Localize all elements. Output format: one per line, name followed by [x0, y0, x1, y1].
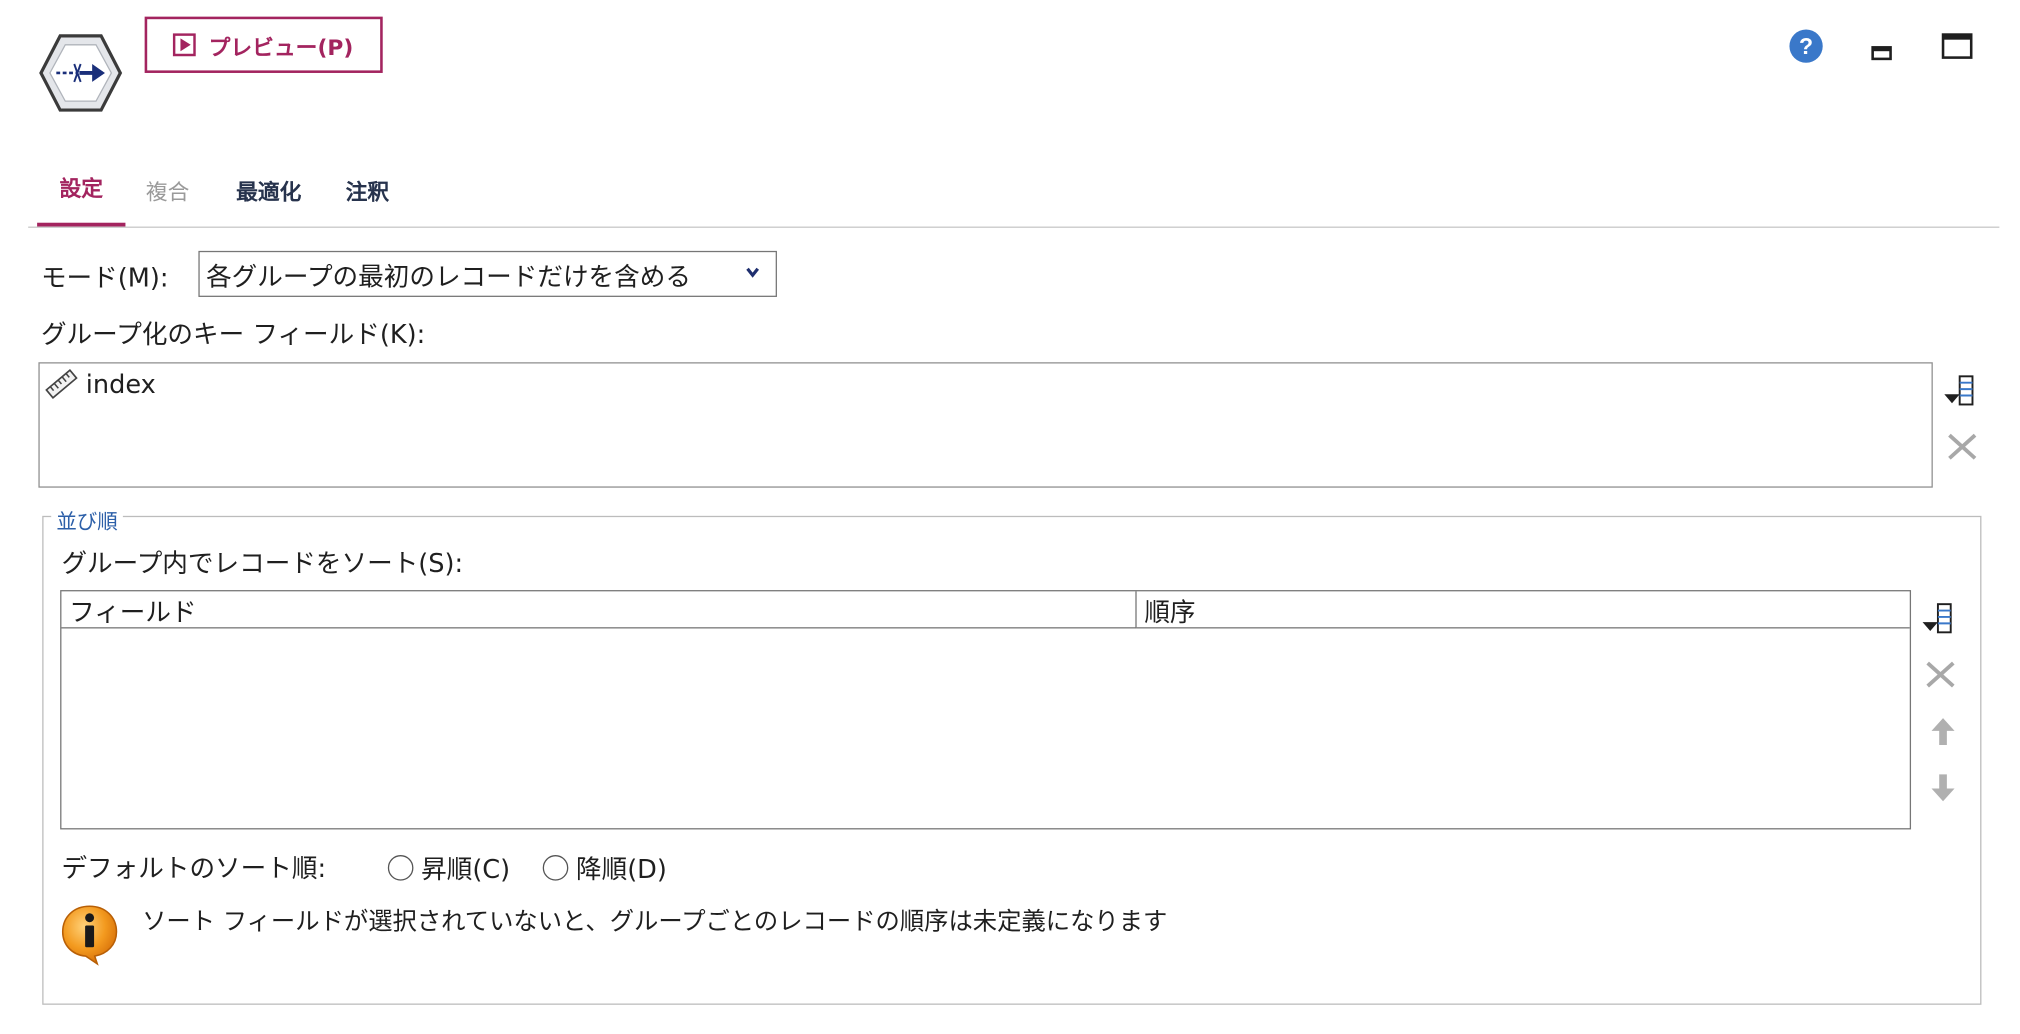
radio-circle[interactable] [387, 854, 414, 880]
default-sort-label: デフォルトのソート順: [61, 852, 327, 884]
tab-optimize[interactable]: 最適化 [218, 166, 320, 226]
tab-composite-label: 複合 [145, 180, 190, 207]
help-icon[interactable]: ? [1788, 28, 1824, 64]
info-message: ソート フィールドが選択されていないと、グループごとのレコードの順序は未定義にな… [142, 907, 1168, 936]
descending-label: 降順(D) [576, 853, 667, 885]
move-up-icon [1931, 718, 1955, 745]
key-fields-label: グループ化のキー フィールド(K): [40, 318, 426, 350]
descending-radio[interactable]: 降順(D) [542, 849, 667, 886]
pick-field-icon[interactable] [1942, 371, 1980, 409]
play-icon [172, 33, 196, 57]
mode-label: モード(M): [40, 262, 169, 294]
delete-icon [1948, 433, 1977, 460]
tab-divider [28, 226, 2000, 228]
info-icon [61, 905, 118, 966]
key-field-name: index [85, 368, 156, 400]
delete-sort-field-icon [1926, 661, 1955, 688]
radio-circle[interactable] [542, 854, 569, 880]
preview-button[interactable]: プレビュー(P) [144, 16, 383, 73]
sort-within-label: グループ内でレコードをソート(S): [61, 547, 464, 579]
maximize-icon[interactable] [1939, 31, 1975, 62]
pick-sort-field-icon[interactable] [1920, 599, 1958, 637]
sort-fields-table[interactable]: フィールド 順序 [60, 590, 1912, 830]
mode-selected-value: 各グループの最初のレコードだけを含める [206, 260, 691, 292]
tab-settings[interactable]: 設定 [37, 166, 126, 227]
tab-annotation-label: 注釈 [345, 180, 390, 207]
tab-annotation[interactable]: 注釈 [330, 166, 404, 226]
merge-node-icon [39, 34, 123, 112]
tab-optimize-label: 最適化 [236, 180, 302, 207]
preview-label: プレビュー(P) [208, 35, 354, 61]
ascending-radio[interactable]: 昇順(C) [387, 849, 511, 886]
minimize-icon[interactable] [1866, 33, 1897, 64]
key-field-item[interactable]: index [45, 367, 156, 400]
svg-text:?: ? [1799, 33, 1813, 59]
column-header-field[interactable]: フィールド [61, 591, 1137, 629]
column-header-order[interactable]: 順序 [1136, 591, 1910, 629]
tab-composite: 複合 [133, 166, 202, 226]
chevron-down-icon [746, 267, 760, 278]
continuous-ruler-icon [45, 369, 78, 399]
key-fields-list[interactable]: index [38, 362, 1933, 488]
mode-select[interactable]: 各グループの最初のレコードだけを含める [198, 250, 777, 297]
sort-group-legend: 並び順 [51, 504, 123, 536]
move-down-icon [1931, 774, 1955, 802]
tab-settings-label: 設定 [59, 176, 104, 203]
ascending-label: 昇順(C) [421, 853, 511, 885]
